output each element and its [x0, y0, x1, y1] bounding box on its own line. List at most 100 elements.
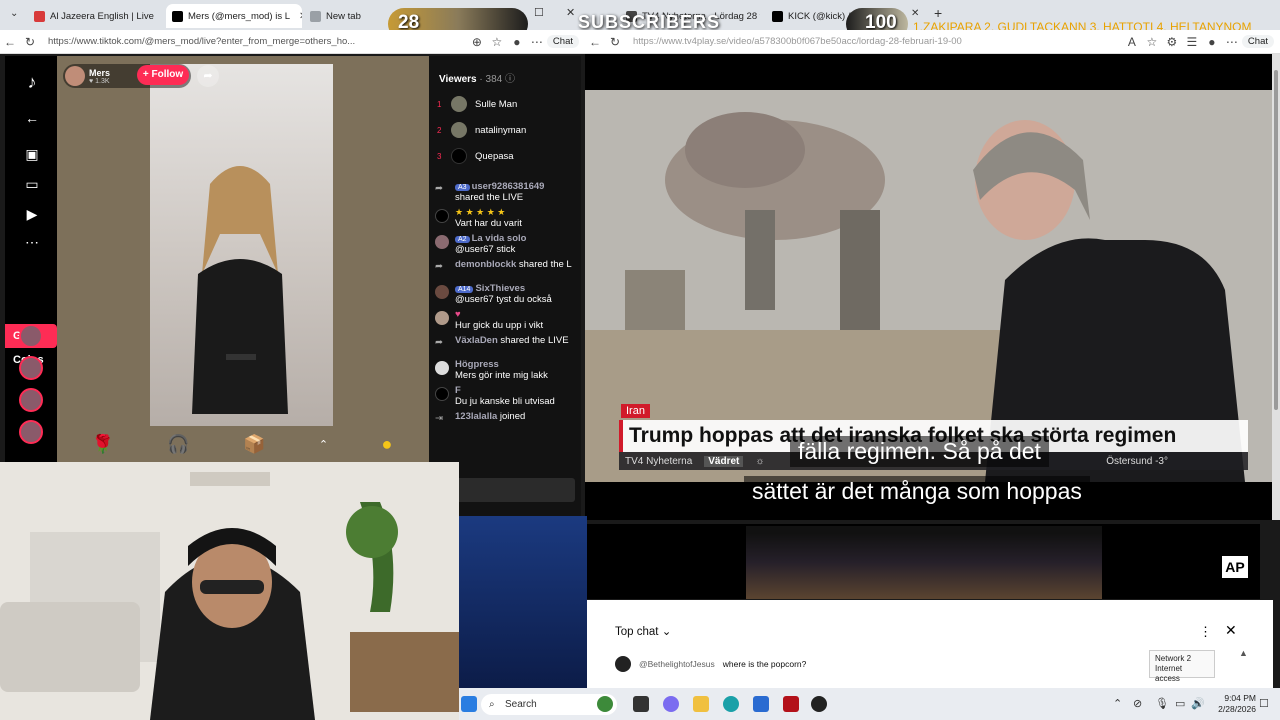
window-restore-icon[interactable]: ☐ [534, 6, 544, 19]
back-arrow-icon[interactable]: ← [585, 35, 605, 49]
copilot-chat-button[interactable]: Chat [546, 35, 579, 48]
new-tab-plus-icon[interactable]: + [934, 5, 942, 21]
chat-text: shared the LIVE [500, 335, 569, 346]
microphone-icon[interactable]: 🎙 [1155, 697, 1169, 710]
profile-icon[interactable]: ● [1202, 35, 1222, 49]
file-explorer-icon[interactable] [693, 696, 709, 712]
adobe-icon[interactable] [783, 696, 799, 712]
gift-bar: 🌹 🎧 📦 ⌃ ● [65, 426, 419, 462]
tab-list-chevron-icon[interactable]: ⌄ [10, 8, 18, 19]
store-icon[interactable] [753, 696, 769, 712]
url-input-left[interactable]: https://www.tiktok.com/@mers_mod/live?en… [40, 36, 467, 47]
viewer-row[interactable]: 2 natalinyman [429, 117, 581, 143]
topic-tag: Iran [621, 404, 650, 418]
read-aloud-icon[interactable]: A [1122, 35, 1142, 49]
user-avatar [435, 361, 449, 375]
viewer-row[interactable]: 1 Sulle Man [429, 91, 581, 117]
copilot-icon[interactable] [663, 696, 679, 712]
chat-text: Du ju kanske bli utvisad [455, 396, 555, 407]
chat-user[interactable]: VäxlaDen [455, 335, 498, 346]
profile-icon[interactable]: ● [507, 35, 527, 49]
live-avatar[interactable] [19, 388, 43, 412]
chat-user[interactable]: SixThieves [475, 283, 525, 294]
chat-user[interactable]: Högpress [455, 359, 499, 370]
rose-gift-icon[interactable]: 🌹 [92, 434, 114, 455]
user-avatar [435, 311, 449, 325]
info-icon[interactable]: ⓘ [505, 74, 515, 85]
tab-aljazeera[interactable]: Al Jazeera English | Live ✕ [28, 4, 164, 28]
network-tooltip: Network 2 Internet access [1149, 650, 1215, 683]
video-camera-icon[interactable]: ▭ [23, 176, 41, 192]
play-icon[interactable]: ▶ [23, 206, 41, 222]
viewer-row[interactable]: 3 Quepasa [429, 143, 581, 169]
collections-icon[interactable]: ☰ [1182, 35, 1202, 49]
scroll-up-icon[interactable]: ▲ [1239, 648, 1248, 658]
tab-label: Al Jazeera English | Live [50, 10, 154, 22]
chat-message: ➦ A3 user9286381649 shared the LIVE [429, 179, 581, 205]
notification-icon[interactable]: ☐ [1259, 697, 1269, 710]
more-dots-icon[interactable]: ⋯ [23, 234, 41, 250]
chat-user[interactable]: 123lalalla [455, 411, 497, 422]
windows-start-icon[interactable] [461, 696, 477, 712]
box-gift-icon[interactable]: 📦 [243, 434, 265, 455]
back-arrow-icon[interactable]: ← [0, 35, 20, 49]
viewer-avatar [451, 122, 467, 138]
headphones-gift-icon[interactable]: 🎧 [167, 434, 189, 455]
edge-browser-icon[interactable] [723, 696, 739, 712]
network-off-icon[interactable]: ⊘ [1133, 697, 1142, 710]
follow-button[interactable]: + Follow [137, 65, 189, 85]
task-view-icon[interactable] [633, 696, 649, 712]
volume-icon[interactable]: 🔊 [1191, 697, 1205, 710]
chat-user[interactable]: demonblockk [455, 259, 516, 270]
live-avatar[interactable] [19, 420, 43, 444]
network-icon[interactable]: ▭ [1175, 697, 1185, 710]
favorite-star-icon[interactable]: ☆ [487, 35, 507, 49]
tab-tiktok[interactable]: Mers (@mers_mod) is L ✕ [166, 4, 302, 28]
live-tv-icon[interactable]: ▣ [23, 146, 41, 162]
top-chat-dropdown[interactable]: Top chat ⌄ [615, 624, 671, 638]
coin-icon[interactable]: ● [381, 434, 392, 455]
menu-dots-icon[interactable]: ⋯ [527, 35, 547, 49]
expand-chevron-icon[interactable]: ⌃ [319, 438, 328, 451]
share-arrow-icon[interactable]: ➦ [197, 65, 219, 87]
chat-user[interactable]: La vida solo [472, 233, 527, 244]
live-avatar[interactable] [19, 356, 43, 380]
tray-chevron-icon[interactable]: ⌃ [1113, 697, 1122, 710]
chat-message: ⇥ 123lalalla joined [429, 409, 581, 433]
reload-icon[interactable]: ↻ [605, 35, 625, 49]
copilot-chat-button[interactable]: Chat [1241, 35, 1274, 48]
live-avatar[interactable] [19, 324, 43, 348]
host-avatar [65, 66, 85, 86]
reload-icon[interactable]: ↻ [20, 35, 40, 49]
obs-icon[interactable] [811, 696, 827, 712]
chat-user[interactable]: F [455, 385, 461, 396]
viewer-avatar [451, 148, 467, 164]
back-arrow-icon[interactable]: ← [23, 110, 41, 126]
close-tab-icon[interactable]: ✕ [299, 11, 302, 22]
share-icon: ➦ [435, 261, 443, 272]
tab-new-tab[interactable]: New tab [304, 4, 394, 28]
ap-logo: AP [1222, 556, 1248, 578]
viewer-rank: 3 [437, 151, 442, 161]
scrollbar-thumb[interactable] [1274, 70, 1278, 410]
tiktok-logo-icon[interactable]: ♪ [23, 72, 41, 92]
chat-user[interactable]: user9286381649 [472, 181, 545, 192]
chat-text: joined [499, 411, 526, 422]
youtube-player[interactable]: AP [587, 524, 1260, 599]
widgets-icon[interactable] [597, 696, 613, 712]
more-vert-icon[interactable]: ⋮ [1199, 624, 1212, 640]
search-icon: ⌕ [489, 699, 495, 710]
tiktok-live-player[interactable]: Mers ♥ 1.3K + Follow ➦ 🌹 🎧 📦 ⌃ ● [57, 56, 429, 466]
close-icon[interactable]: ✕ [1225, 622, 1237, 639]
translate-icon[interactable]: ⊕ [467, 35, 487, 49]
close-tab-icon[interactable]: ✕ [163, 11, 164, 22]
menu-dots-icon[interactable]: ⋯ [1222, 35, 1242, 49]
extensions-icon[interactable]: ⚙ [1162, 35, 1182, 49]
taskbar-clock[interactable]: 9:04 PM 2/28/2026 [1218, 693, 1256, 715]
viewer-name: natalinyman [475, 124, 527, 136]
window-close-icon[interactable]: ✕ [566, 6, 575, 19]
url-input-right[interactable]: https://www.tv4play.se/video/a578300b0f0… [625, 36, 1122, 47]
close-tab-icon[interactable]: ✕ [911, 8, 919, 19]
commenter-name[interactable]: @BethelightofJesus [639, 659, 715, 669]
favorite-star-icon[interactable]: ☆ [1142, 35, 1162, 49]
